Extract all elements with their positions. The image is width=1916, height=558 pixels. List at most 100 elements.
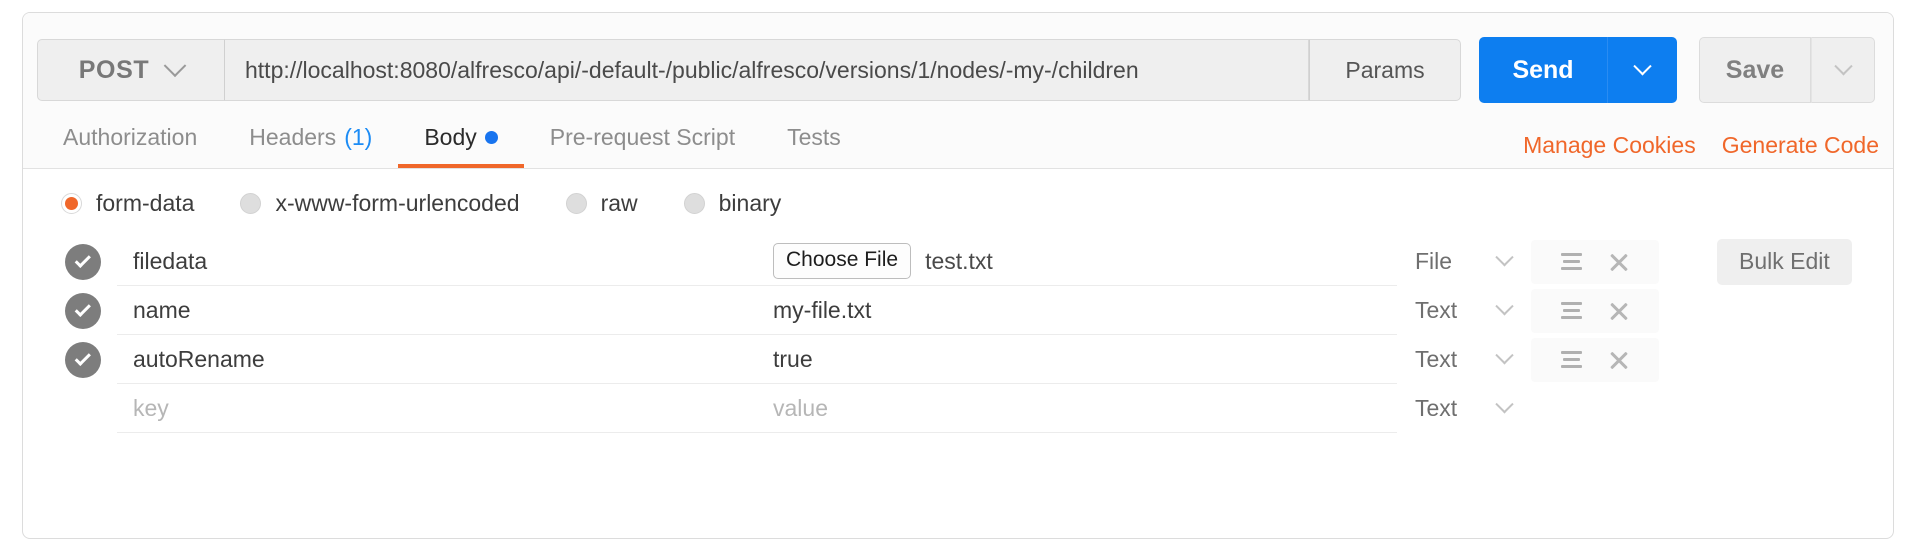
body-mode-label: form-data <box>96 189 195 216</box>
bulk-edit-cell: Bulk Edit <box>1717 238 1852 285</box>
row-description-button[interactable] <box>1557 248 1585 276</box>
radio-selected-icon <box>61 192 82 214</box>
radio-unselected-icon <box>240 192 262 214</box>
row-delete-button[interactable] <box>1605 346 1633 374</box>
http-method-label: POST <box>78 55 150 84</box>
value-type-label: File <box>1415 248 1453 274</box>
list-icon <box>1560 249 1582 274</box>
tab-label: Body <box>424 123 477 150</box>
table-row: filedata Choose File test.txt File Bulk … <box>39 237 1879 286</box>
request-tabs: Authorization Headers (1) Body Pre-reque… <box>37 110 867 168</box>
row-checkbox-cell <box>39 341 117 378</box>
generate-code-link[interactable]: Generate Code <box>1722 132 1879 159</box>
selected-file-name: test.txt <box>925 247 993 274</box>
key-input[interactable]: filedata <box>117 237 757 286</box>
row-description-button[interactable] <box>1557 346 1585 374</box>
tab-label: Tests <box>787 123 841 150</box>
chevron-down-icon <box>1495 297 1514 316</box>
tab-authorization[interactable]: Authorization <box>37 110 223 168</box>
send-button-group: Send <box>1479 37 1677 103</box>
body-mode-binary[interactable]: binary <box>683 189 782 217</box>
body-mode-form-data[interactable]: form-data <box>61 190 194 217</box>
value-type-selector[interactable]: Text <box>1397 297 1525 324</box>
chevron-down-icon <box>1495 248 1514 267</box>
row-tools <box>1531 337 1659 382</box>
body-mode-radio-group: form-data x-www-form-urlencoded raw bina… <box>37 169 1879 237</box>
tab-tests[interactable]: Tests <box>761 110 867 168</box>
body-mode-label: x-www-form-urlencoded <box>275 189 520 216</box>
choose-file-button[interactable]: Choose File <box>773 243 912 279</box>
check-icon <box>74 300 91 317</box>
form-data-table: filedata Choose File test.txt File Bulk … <box>37 237 1879 433</box>
tab-label: Authorization <box>63 123 198 150</box>
body-mode-raw[interactable]: raw <box>565 189 638 217</box>
check-icon <box>74 349 91 366</box>
http-method-selector[interactable]: POST <box>37 39 225 101</box>
value-input[interactable]: true <box>757 335 1397 384</box>
params-button[interactable]: Params <box>1309 39 1461 101</box>
url-input[interactable]: http://localhost:8080/alfresco/api/-defa… <box>225 39 1309 101</box>
row-delete-button[interactable] <box>1605 297 1633 325</box>
radio-unselected-icon <box>565 192 587 214</box>
value-type-label: Text <box>1415 297 1458 323</box>
request-tabs-bar: Authorization Headers (1) Body Pre-reque… <box>23 109 1893 169</box>
tab-label: Headers <box>249 123 337 150</box>
radio-unselected-icon <box>683 192 705 214</box>
value-type-label: Text <box>1415 346 1458 372</box>
body-mode-label: raw <box>600 189 638 216</box>
close-icon <box>1608 300 1630 322</box>
row-tools <box>1531 288 1659 333</box>
postman-request-builder: POST http://localhost:8080/alfresco/api/… <box>22 12 1894 539</box>
list-icon <box>1560 298 1582 323</box>
body-mode-urlencoded[interactable]: x-www-form-urlencoded <box>240 189 520 217</box>
body-pane: form-data x-www-form-urlencoded raw bina… <box>23 169 1893 433</box>
row-tools <box>1531 387 1659 431</box>
value-file-cell[interactable]: Choose File test.txt <box>757 237 1397 286</box>
save-button-group: Save <box>1699 37 1875 103</box>
value-type-selector[interactable]: Text <box>1397 395 1525 422</box>
tab-label: Pre-request Script <box>549 123 736 150</box>
row-checkbox-cell <box>39 292 117 329</box>
value-type-label: Text <box>1415 395 1458 421</box>
row-description-button[interactable] <box>1557 297 1585 325</box>
check-icon <box>74 251 91 268</box>
body-mode-label: binary <box>718 189 782 216</box>
close-icon <box>1608 251 1630 273</box>
headers-count: (1) <box>344 123 373 150</box>
table-row: name my-file.txt Text <box>39 286 1879 335</box>
chevron-down-icon <box>1495 346 1514 365</box>
tab-body[interactable]: Body <box>398 110 524 168</box>
tab-pre-request-script[interactable]: Pre-request Script <box>524 110 761 168</box>
value-input[interactable]: my-file.txt <box>757 286 1397 335</box>
close-icon <box>1608 349 1630 371</box>
key-input[interactable]: name <box>117 286 757 335</box>
key-input[interactable]: key <box>117 384 757 433</box>
chevron-down-icon <box>1833 56 1853 75</box>
table-row: autoRename true Text <box>39 335 1879 384</box>
row-enabled-checkbox[interactable] <box>65 292 101 329</box>
row-checkbox-cell <box>39 243 117 280</box>
chevron-down-icon <box>1633 56 1652 75</box>
save-button[interactable]: Save <box>1699 37 1811 103</box>
send-button[interactable]: Send <box>1479 37 1607 103</box>
table-row-new: key value Text <box>39 384 1879 433</box>
value-type-selector[interactable]: Text <box>1397 346 1525 373</box>
value-type-selector[interactable]: File <box>1397 248 1525 275</box>
value-input[interactable]: value <box>757 384 1397 433</box>
row-tools <box>1531 239 1659 284</box>
send-options-button[interactable] <box>1607 37 1677 103</box>
row-enabled-checkbox[interactable] <box>65 341 101 378</box>
body-modified-dot-icon <box>484 130 498 144</box>
chevron-down-icon <box>163 54 187 78</box>
manage-cookies-link[interactable]: Manage Cookies <box>1523 132 1696 159</box>
save-options-button[interactable] <box>1811 37 1875 103</box>
tab-actions: Manage Cookies Generate Code <box>1523 132 1879 168</box>
chevron-down-icon <box>1495 395 1514 414</box>
url-bar: POST http://localhost:8080/alfresco/api/… <box>23 13 1893 109</box>
list-icon <box>1560 347 1582 372</box>
tab-headers[interactable]: Headers (1) <box>223 110 398 168</box>
key-input[interactable]: autoRename <box>117 335 757 384</box>
bulk-edit-button[interactable]: Bulk Edit <box>1717 238 1852 285</box>
row-enabled-checkbox[interactable] <box>65 243 101 280</box>
row-delete-button[interactable] <box>1605 248 1633 276</box>
